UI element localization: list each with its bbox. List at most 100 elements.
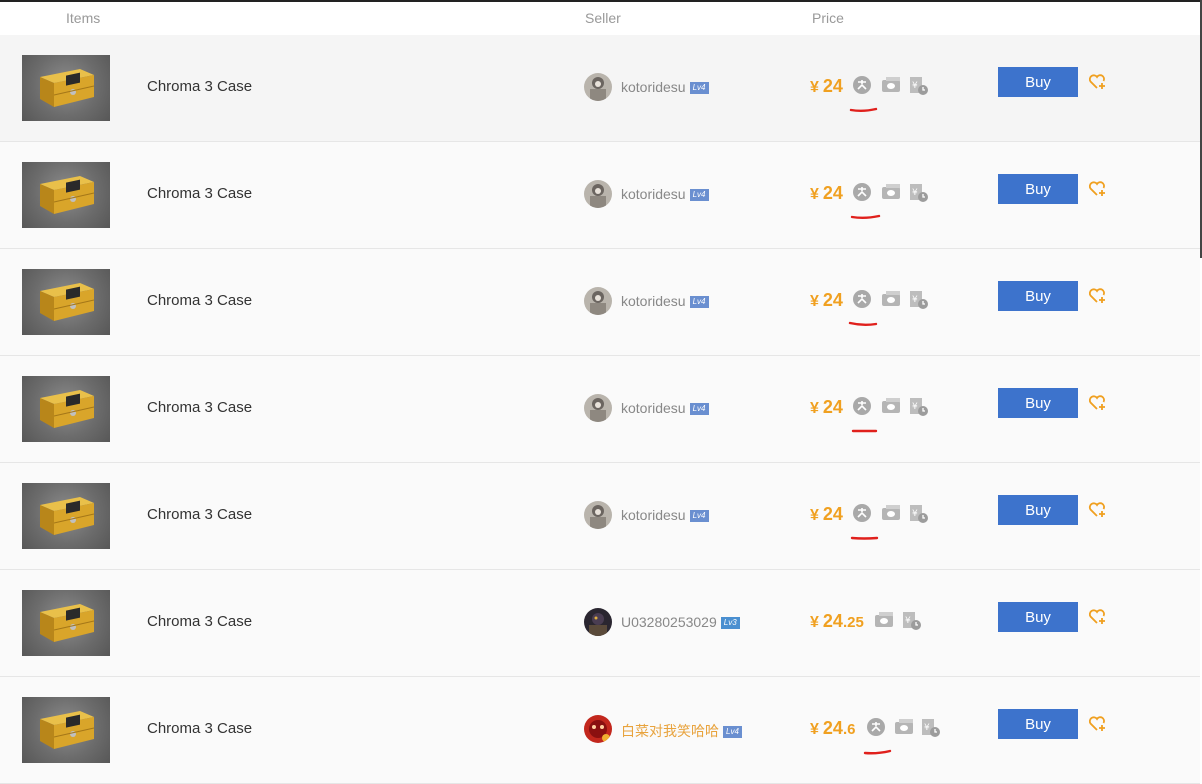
seller-name-text[interactable]: kotoridesu	[621, 400, 686, 416]
item-thumbnail[interactable]	[22, 162, 110, 228]
wechat-pay-icon	[880, 182, 902, 202]
level-badge: Lv4	[689, 403, 709, 415]
delayed-payment-icon: ¥	[908, 503, 930, 525]
item-thumbnail[interactable]	[22, 483, 110, 549]
currency-symbol: ¥	[810, 400, 819, 417]
alipay-icon	[852, 182, 872, 202]
buy-button[interactable]: Buy	[998, 67, 1078, 97]
seller-name-text[interactable]: U03280253029	[621, 614, 717, 630]
seller-name[interactable]: kotoridesu Lv4	[621, 79, 709, 95]
currency-symbol: ¥	[810, 614, 819, 631]
level-badge: Lv4	[723, 726, 742, 738]
svg-text:¥: ¥	[912, 188, 918, 198]
buy-button[interactable]: Buy	[998, 602, 1078, 632]
price: ¥24	[810, 76, 843, 97]
currency-symbol: ¥	[810, 186, 819, 203]
table-header: Items Seller Price	[0, 2, 1200, 36]
price-integer: 24	[822, 397, 843, 417]
red-annotation-underline	[848, 315, 880, 333]
wechat-pay-icon	[873, 610, 895, 630]
favorite-heart-icon[interactable]	[1088, 180, 1108, 203]
delayed-payment-icon: ¥	[908, 75, 930, 97]
price: ¥24.25	[810, 611, 864, 632]
item-thumbnail[interactable]	[22, 590, 110, 656]
seller-name[interactable]: U03280253029 Lv3	[621, 614, 740, 630]
seller-avatar[interactable]	[584, 715, 612, 743]
item-name[interactable]: Chroma 3 Case	[147, 399, 252, 416]
price: ¥24	[810, 504, 843, 525]
seller-name-text[interactable]: 白菜对我笑哈哈	[621, 723, 719, 739]
price: ¥24	[810, 183, 843, 204]
item-name[interactable]: Chroma 3 Case	[147, 613, 252, 630]
item-thumbnail[interactable]	[22, 376, 110, 442]
seller-name-text[interactable]: kotoridesu	[621, 293, 686, 309]
favorite-heart-icon[interactable]	[1088, 501, 1108, 524]
item-name[interactable]: Chroma 3 Case	[147, 78, 252, 95]
item-thumbnail[interactable]	[22, 269, 110, 335]
seller-name[interactable]: kotoridesu Lv4	[621, 186, 709, 202]
seller-name-text[interactable]: kotoridesu	[621, 79, 686, 95]
svg-text:¥: ¥	[912, 81, 918, 91]
price-integer: 24	[822, 504, 843, 524]
seller-name-text[interactable]: kotoridesu	[621, 507, 686, 523]
delayed-payment-icon: ¥	[908, 289, 930, 311]
table-row: Chroma 3 Case kotoridesu Lv4 ¥24 ¥ Buy	[0, 142, 1200, 249]
table-row: Chroma 3 Case kotoridesu Lv4 ¥24 ¥ Buy	[0, 356, 1200, 463]
seller-name-text[interactable]: kotoridesu	[621, 186, 686, 202]
buy-button[interactable]: Buy	[998, 281, 1078, 311]
seller-name[interactable]: kotoridesu Lv4	[621, 507, 709, 523]
wechat-pay-icon	[880, 396, 902, 416]
favorite-heart-icon[interactable]	[1088, 608, 1108, 631]
favorite-heart-icon[interactable]	[1088, 287, 1108, 310]
level-badge: Lv4	[689, 296, 709, 308]
price-integer: 24	[822, 290, 843, 310]
favorite-heart-icon[interactable]	[1088, 715, 1108, 738]
level-badge: Lv3	[720, 617, 740, 629]
buy-button[interactable]: Buy	[998, 388, 1078, 418]
seller-avatar[interactable]	[584, 180, 612, 208]
seller-name[interactable]: kotoridesu Lv4	[621, 400, 709, 416]
wechat-pay-icon	[893, 717, 915, 737]
buy-button[interactable]: Buy	[998, 709, 1078, 739]
delayed-payment-icon: ¥	[920, 717, 942, 739]
item-name[interactable]: Chroma 3 Case	[147, 720, 252, 737]
alipay-icon	[852, 289, 872, 309]
alipay-icon	[852, 75, 872, 95]
price-integer: 24	[822, 611, 843, 631]
item-name[interactable]: Chroma 3 Case	[147, 292, 252, 309]
table-row: Chroma 3 Case kotoridesu Lv4 ¥24 ¥ Buy	[0, 249, 1200, 356]
table-row: Chroma 3 Case U03280253029 Lv3 ¥24.25 ¥ B…	[0, 570, 1200, 677]
level-badge: Lv4	[689, 510, 709, 522]
item-thumbnail[interactable]	[22, 55, 110, 121]
svg-text:¥: ¥	[912, 295, 918, 305]
favorite-heart-icon[interactable]	[1088, 73, 1108, 96]
seller-name[interactable]: 白菜对我笑哈哈 Lv4	[621, 721, 742, 741]
item-name[interactable]: Chroma 3 Case	[147, 185, 252, 202]
favorite-heart-icon[interactable]	[1088, 394, 1108, 417]
red-annotation-underline	[863, 743, 893, 761]
delayed-payment-icon: ¥	[908, 182, 930, 204]
table-row: Chroma 3 Case kotoridesu Lv4 ¥24 ¥ Buy	[0, 463, 1200, 570]
price-integer: 24	[822, 718, 843, 738]
seller-avatar[interactable]	[584, 287, 612, 315]
seller-avatar[interactable]	[584, 608, 612, 636]
delayed-payment-icon: ¥	[908, 396, 930, 418]
seller-avatar[interactable]	[584, 73, 612, 101]
svg-text:¥: ¥	[905, 616, 911, 626]
buy-button[interactable]: Buy	[998, 174, 1078, 204]
item-thumbnail[interactable]	[22, 697, 110, 763]
price-integer: 24	[822, 76, 843, 96]
alipay-icon	[852, 503, 872, 523]
seller-avatar[interactable]	[584, 501, 612, 529]
wechat-pay-icon	[880, 75, 902, 95]
delayed-payment-icon: ¥	[901, 610, 923, 632]
item-name[interactable]: Chroma 3 Case	[147, 506, 252, 523]
price: ¥24.6	[810, 718, 855, 739]
seller-name[interactable]: kotoridesu Lv4	[621, 293, 709, 309]
svg-text:¥: ¥	[912, 509, 918, 519]
alipay-icon	[866, 717, 886, 737]
table-row: Chroma 3 Case kotoridesu Lv4 ¥24 ¥ Buy	[0, 35, 1200, 142]
seller-avatar[interactable]	[584, 394, 612, 422]
currency-symbol: ¥	[810, 721, 819, 738]
buy-button[interactable]: Buy	[998, 495, 1078, 525]
